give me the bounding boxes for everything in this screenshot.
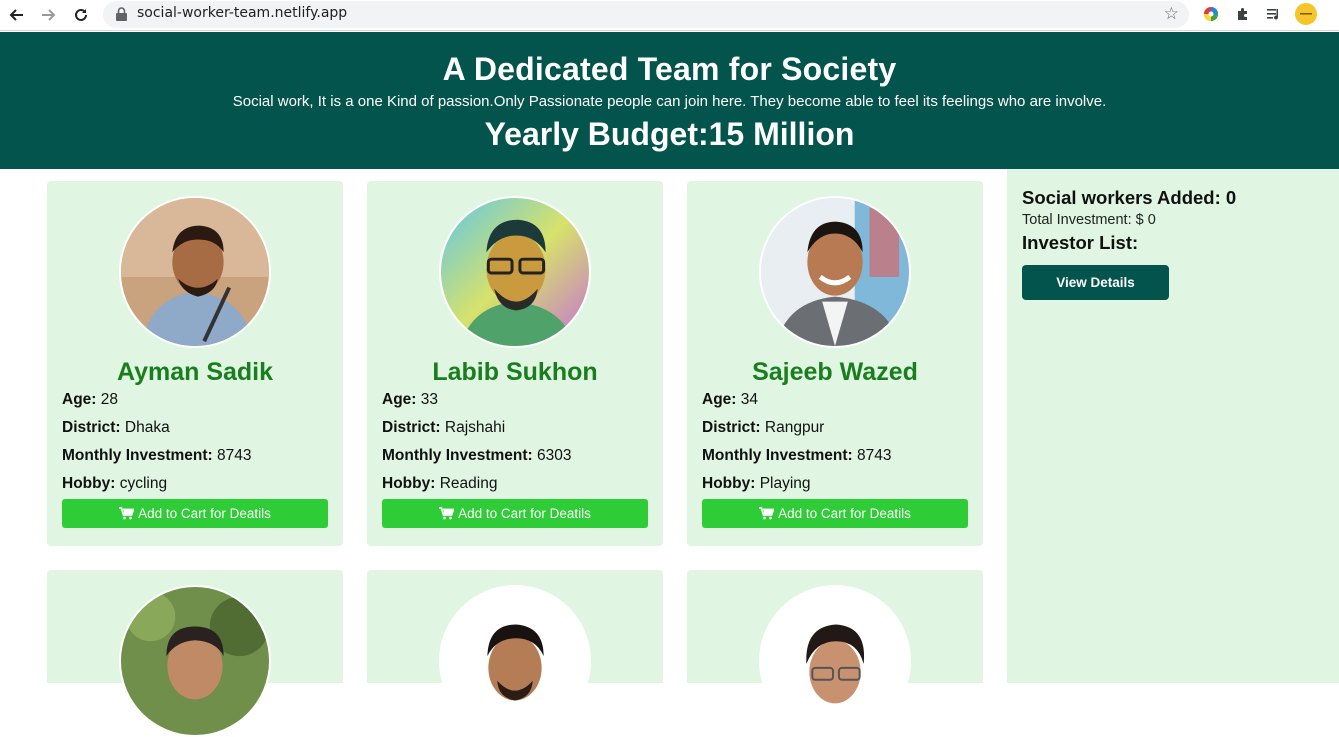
bookmark-star-icon[interactable]: ☆ <box>1164 4 1179 24</box>
cart-sidebar: Social workers Added: 0 Total Investment… <box>1007 169 1339 683</box>
investor-list-heading: Investor List: <box>1022 232 1139 253</box>
color-wheel-extension-icon[interactable] <box>1200 3 1222 25</box>
worker-photo <box>119 585 271 737</box>
worker-photo <box>439 585 591 737</box>
address-bar[interactable]: social-worker-team.netlify.app ☆ <box>103 1 1189 28</box>
worker-age: Age: 34 <box>702 391 759 408</box>
page-description: Social work, It is a one Kind of passion… <box>232 93 1107 110</box>
worker-district: District: Rangpur <box>702 419 825 436</box>
total-investment: Total Investment: $ 0 <box>1022 212 1156 228</box>
browser-toolbar: social-worker-team.netlify.app ☆ <box>0 0 1339 31</box>
worker-name: Sajeeb Wazed <box>752 358 918 386</box>
worker-photo <box>759 585 911 737</box>
worker-photo <box>439 196 591 348</box>
hero-header: A Dedicated Team for Society Social work… <box>0 32 1339 169</box>
worker-investment: Monthly Investment: 8743 <box>702 447 892 464</box>
add-to-cart-button[interactable]: Add to Cart for Deatils <box>702 499 968 528</box>
worker-hobby: Hobby: cycling <box>62 475 168 492</box>
media-control-icon[interactable] <box>1263 3 1285 25</box>
cart-icon <box>759 507 775 520</box>
profile-avatar-icon[interactable] <box>1295 3 1317 25</box>
add-to-cart-button[interactable]: Add to Cart for Deatils <box>62 499 328 528</box>
worker-card <box>47 570 343 737</box>
worker-hobby: Hobby: Playing <box>702 475 811 492</box>
worker-card <box>687 570 983 737</box>
reload-icon[interactable] <box>69 4 93 26</box>
lock-icon <box>116 7 127 21</box>
worker-card: Ayman Sadik Age: 28 District: Dhaka Mont… <box>47 181 343 546</box>
url-text: social-worker-team.netlify.app <box>137 5 348 21</box>
workers-added-count: Social workers Added: 0 <box>1022 187 1237 208</box>
cart-icon <box>439 507 455 520</box>
worker-age: Age: 33 <box>382 391 439 408</box>
yearly-budget: Yearly Budget:15 Million <box>484 116 855 152</box>
worker-age: Age: 28 <box>62 391 119 408</box>
cart-icon <box>119 507 135 520</box>
worker-card: Labib Sukhon Age: 33 District: Rajshahi … <box>367 181 663 546</box>
worker-card <box>367 570 663 737</box>
worker-investment: Monthly Investment: 6303 <box>382 447 572 464</box>
forward-arrow-icon[interactable] <box>36 4 60 26</box>
worker-district: District: Rajshahi <box>382 419 506 436</box>
worker-name: Ayman Sadik <box>116 358 274 386</box>
add-to-cart-button[interactable]: Add to Cart for Deatils <box>382 499 648 528</box>
worker-district: District: Dhaka <box>62 419 170 436</box>
worker-photo <box>119 196 271 348</box>
back-arrow-icon[interactable] <box>5 4 29 26</box>
worker-card: Sajeeb Wazed Age: 34 District: Rangpur M… <box>687 181 983 546</box>
puzzle-extensions-icon[interactable] <box>1232 3 1254 25</box>
page-title: A Dedicated Team for Society <box>442 51 897 87</box>
worker-investment: Monthly Investment: 8743 <box>62 447 252 464</box>
worker-name: Labib Sukhon <box>432 358 598 386</box>
worker-hobby: Hobby: Reading <box>382 475 498 492</box>
worker-photo <box>759 196 911 348</box>
view-details-button[interactable]: View Details <box>1022 265 1169 300</box>
